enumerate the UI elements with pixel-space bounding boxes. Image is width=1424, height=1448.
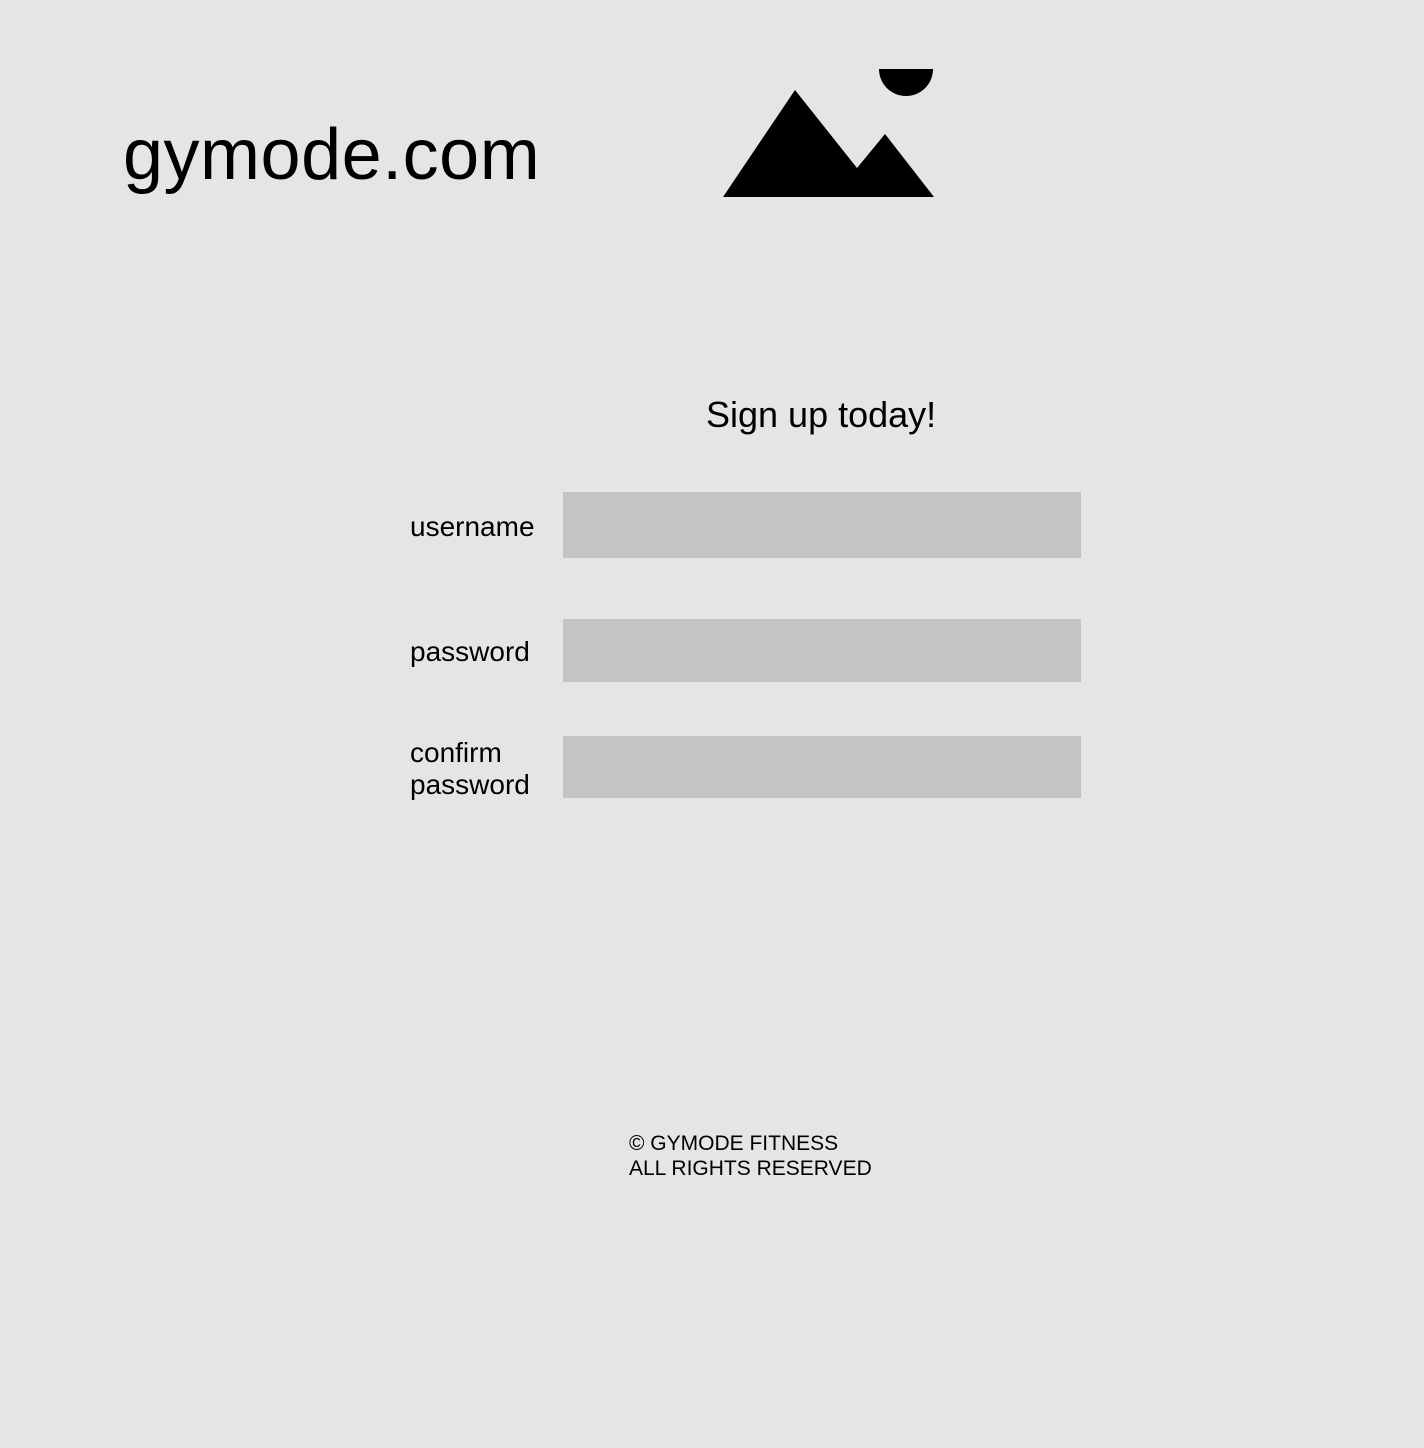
footer: © GYMODE FITNESS ALL RIGHTS RESERVED bbox=[629, 1131, 872, 1181]
rights-reserved-text: ALL RIGHTS RESERVED bbox=[629, 1157, 872, 1180]
password-label: password bbox=[410, 636, 530, 667]
confirm-password-label: confirm password bbox=[410, 737, 555, 801]
username-label: username bbox=[410, 511, 535, 542]
username-field[interactable] bbox=[563, 492, 1081, 558]
site-title: gymode.com bbox=[123, 115, 541, 195]
confirm-password-label-line2: password bbox=[410, 769, 530, 800]
password-field[interactable] bbox=[563, 619, 1081, 682]
copyright-text: © GYMODE FITNESS bbox=[629, 1132, 839, 1155]
signup-heading: Sign up today! bbox=[706, 394, 937, 435]
confirm-password-field[interactable] bbox=[563, 736, 1081, 798]
confirm-password-label-line1: confirm bbox=[410, 737, 502, 768]
image-placeholder-icon bbox=[723, 69, 934, 197]
